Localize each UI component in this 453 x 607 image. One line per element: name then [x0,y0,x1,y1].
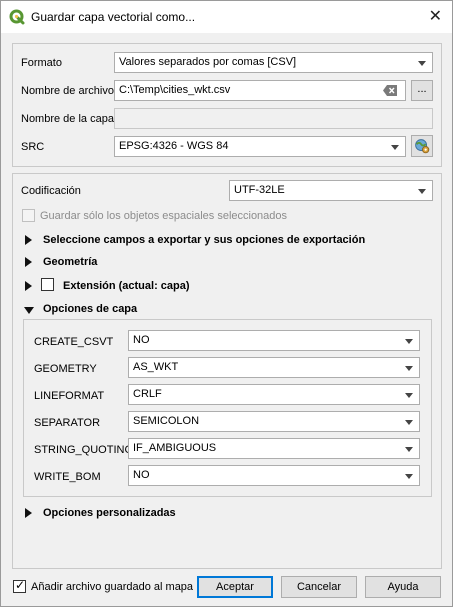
encoding-select[interactable]: UTF-32LE [229,180,433,201]
crs-selector-button[interactable] [411,135,433,157]
option-value: NO [133,469,150,481]
save-vector-layer-dialog: Guardar capa vectorial como... ✕ Formato… [0,0,453,607]
src-select[interactable]: EPSG:4326 - WGS 84 [114,136,406,157]
title-bar: Guardar capa vectorial como... ✕ [1,1,452,33]
option-key: STRING_QUOTING [34,444,134,456]
expand-arrow-icon[interactable] [25,508,32,518]
option-key: LINEFORMAT [34,390,105,402]
filename-input[interactable]: C:\Temp\cities_wkt.csv [114,80,406,101]
option-select[interactable]: NO [128,465,420,486]
only-selected-checkbox[interactable] [22,209,35,222]
expand-arrow-icon[interactable] [25,281,32,291]
window-title: Guardar capa vectorial como... [31,10,196,24]
chevron-down-icon [405,366,413,371]
option-select[interactable]: SEMICOLON [128,411,420,432]
option-select[interactable]: CRLF [128,384,420,405]
expand-arrow-icon[interactable] [25,235,32,245]
add-to-map-label: Añadir archivo guardado al mapa [31,581,194,593]
chevron-down-icon [405,339,413,344]
option-value: CRLF [133,388,162,400]
chevron-down-icon [405,447,413,452]
only-selected-label: Guardar sólo los objetos espaciales sele… [40,210,288,222]
option-select[interactable]: AS_WKT [128,357,420,378]
option-key: CREATE_CSVT [34,336,114,348]
accept-button[interactable]: Aceptar [197,576,273,598]
browse-button[interactable]: ... [411,80,433,101]
section-custom-options[interactable]: Opciones personalizadas [43,507,176,519]
encoding-value: UTF-32LE [234,184,285,196]
chevron-down-icon [405,393,413,398]
section-extent[interactable]: Extensión (actual: capa) [63,280,190,292]
extent-checkbox[interactable] [41,278,54,291]
chevron-down-icon [405,474,413,479]
option-value: AS_WKT [133,361,179,373]
chevron-down-icon [418,61,426,66]
option-key: SEPARATOR [34,417,101,429]
chevron-down-icon [418,189,426,194]
option-value: IF_AMBIGUOUS [133,442,217,454]
layername-input[interactable] [114,108,433,129]
help-button[interactable]: Ayuda [365,576,441,598]
src-value: EPSG:4326 - WGS 84 [119,140,229,152]
globe-gear-icon [415,139,430,154]
add-to-map-checkbox[interactable]: ✓ [13,578,26,593]
src-label: SRC [21,141,45,153]
collapse-arrow-icon[interactable] [24,307,34,314]
cancel-button[interactable]: Cancelar [281,576,357,598]
format-select[interactable]: Valores separados por comas [CSV] [114,52,433,73]
expand-arrow-icon[interactable] [25,257,32,267]
option-value: NO [133,334,150,346]
option-key: WRITE_BOM [34,471,101,483]
encoding-label: Codificación [21,185,81,197]
option-value: SEMICOLON [133,415,200,427]
layername-label: Nombre de la capa [21,113,114,125]
clear-text-icon[interactable] [383,85,397,96]
qgis-logo-icon [9,9,25,25]
option-select[interactable]: IF_AMBIGUOUS [128,438,420,459]
section-select-fields[interactable]: Seleccione campos a exportar y sus opcio… [43,234,365,246]
section-layer-options[interactable]: Opciones de capa [43,303,137,315]
filename-label: Nombre de archivo [21,85,114,97]
checkmark-icon: ✓ [15,578,26,592]
close-icon[interactable]: ✕ [429,6,442,26]
chevron-down-icon [391,145,399,150]
chevron-down-icon [405,420,413,425]
option-key: GEOMETRY [34,363,97,375]
format-value: Valores separados por comas [CSV] [119,56,297,68]
option-select[interactable]: NO [128,330,420,351]
filename-value: C:\Temp\cities_wkt.csv [119,84,231,96]
section-geometry[interactable]: Geometría [43,256,97,268]
format-label: Formato [21,57,62,69]
